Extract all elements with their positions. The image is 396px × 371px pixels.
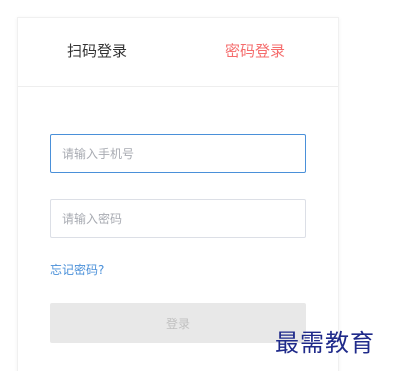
- page: 扫码登录 密码登录 忘记密码? 登录 最需教育: [0, 0, 396, 371]
- login-tabs: 扫码登录 密码登录: [18, 18, 338, 87]
- tab-qr-login[interactable]: 扫码登录: [67, 42, 127, 60]
- forgot-password-link[interactable]: 忘记密码?: [50, 261, 104, 278]
- login-button[interactable]: 登录: [50, 303, 306, 343]
- phone-input[interactable]: [50, 134, 306, 173]
- login-card: 扫码登录 密码登录 忘记密码? 登录: [17, 17, 339, 371]
- tab-password-login[interactable]: 密码登录: [225, 42, 285, 60]
- password-input[interactable]: [50, 199, 306, 238]
- watermark-logo: 最需教育: [275, 329, 375, 357]
